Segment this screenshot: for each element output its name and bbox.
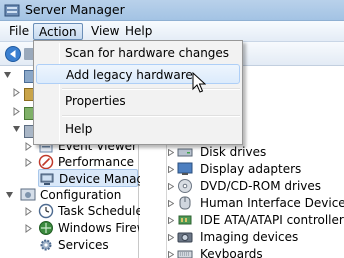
display-adapter-icon	[177, 162, 193, 175]
server-manager-icon	[4, 4, 20, 17]
camera-icon	[177, 232, 193, 243]
tree-collapse-icon[interactable]	[12, 125, 21, 134]
back-arrow-icon[interactable]	[4, 46, 22, 62]
menu-item-scan-hardware[interactable]: Scan for hardware changes	[36, 43, 240, 63]
menu-action[interactable]: Action	[33, 23, 83, 40]
title-bar: Server Manager	[0, 0, 344, 21]
clock-icon	[38, 203, 54, 219]
menu-item-add-legacy-hardware[interactable]: Add legacy hardware	[36, 64, 240, 84]
expand-arrow-icon[interactable]	[168, 217, 174, 224]
expand-arrow-icon[interactable]	[168, 251, 174, 258]
window-title: Server Manager	[25, 2, 125, 17]
tree-expand-icon[interactable]	[24, 224, 33, 233]
expand-arrow-icon[interactable]	[168, 200, 174, 207]
menu-help[interactable]: Help	[120, 23, 157, 40]
tree-expand-icon[interactable]	[24, 142, 33, 151]
tree-expand-icon[interactable]	[12, 107, 21, 116]
expand-arrow-icon[interactable]	[168, 166, 174, 173]
configuration-icon	[20, 188, 36, 201]
tree-expand-icon[interactable]	[24, 158, 33, 167]
tree-expand-icon[interactable]	[12, 88, 21, 97]
tree-item-device-manager[interactable]: Device Manager	[38, 169, 156, 187]
services-gear-icon	[40, 239, 52, 251]
performance-icon	[38, 154, 54, 170]
disk-drive-icon	[177, 148, 193, 157]
hid-icon	[179, 196, 191, 210]
firewall-icon	[39, 221, 53, 235]
menu-separator	[62, 88, 240, 90]
tree-item-task-scheduler[interactable]: Task Scheduler	[25, 202, 148, 220]
tree-collapse-icon[interactable]	[3, 71, 12, 80]
mouse-pointer-icon	[192, 72, 206, 93]
expand-arrow-icon[interactable]	[168, 149, 174, 156]
menu-bar: File Action View Help	[0, 21, 344, 42]
menu-file[interactable]: File	[4, 23, 34, 40]
expand-arrow-icon[interactable]	[168, 234, 174, 241]
expand-arrow-icon[interactable]	[168, 183, 174, 190]
tree-expand-icon[interactable]	[24, 207, 33, 216]
tree-item-services[interactable]: Services	[38, 236, 138, 254]
device-manager-icon	[40, 173, 54, 185]
tree-item-windows-firewall[interactable]: Windows Firewa	[38, 219, 139, 237]
menu-separator	[62, 115, 240, 117]
ide-controller-icon	[178, 215, 192, 225]
keyboard-icon	[177, 250, 193, 258]
tree-collapse-icon[interactable]	[5, 191, 14, 200]
dvd-drive-icon	[178, 179, 192, 193]
menu-view[interactable]: View	[86, 23, 124, 40]
action-menu-dropdown: Scan for hardware changes Add legacy har…	[33, 40, 243, 145]
menu-item-help[interactable]: Help	[36, 119, 240, 139]
menu-item-properties[interactable]: Properties	[36, 91, 240, 111]
